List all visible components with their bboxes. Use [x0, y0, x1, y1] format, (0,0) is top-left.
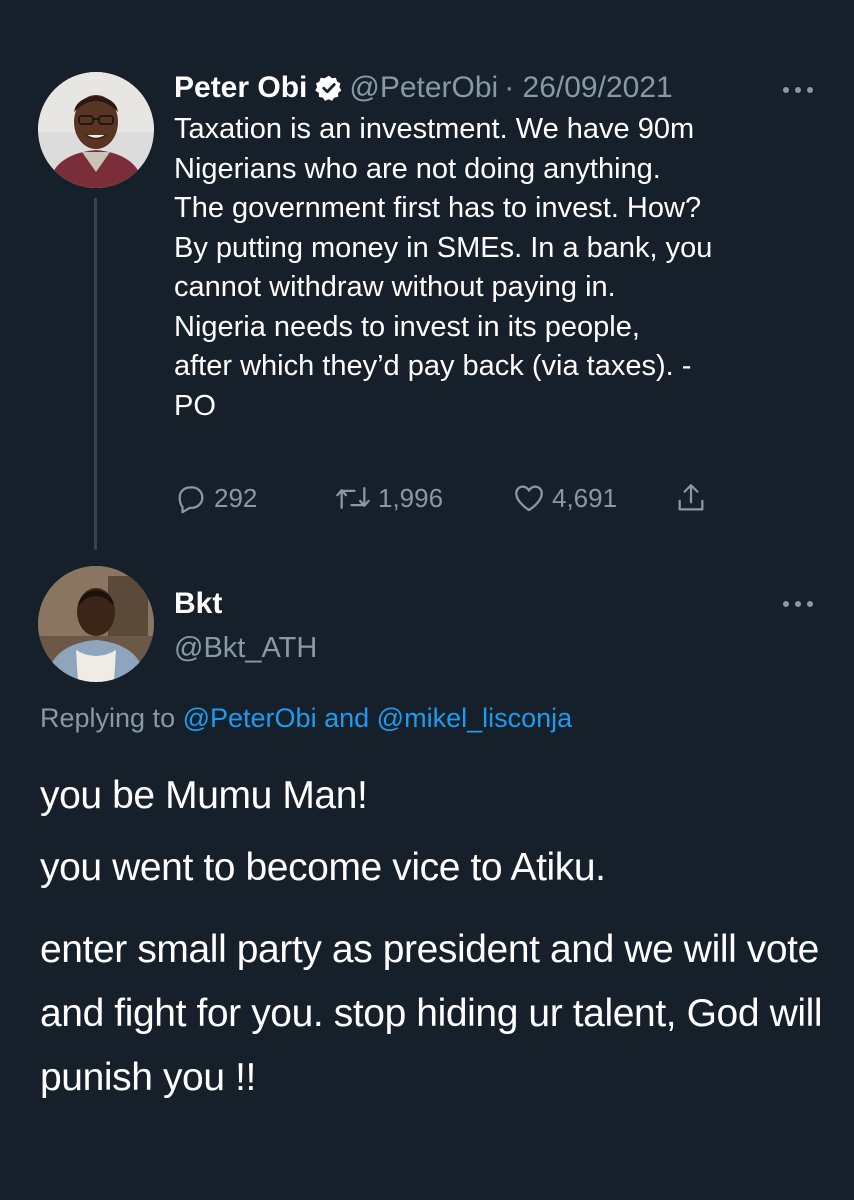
replying-and[interactable]: and: [324, 703, 369, 733]
retweet-icon: [334, 481, 372, 515]
author-name[interactable]: Bkt: [174, 584, 222, 624]
replying-to-line: Replying to @PeterObi and @mikel_lisconj…: [40, 698, 572, 738]
share-button[interactable]: [674, 476, 708, 520]
heart-icon: [512, 481, 546, 515]
more-dots-icon[interactable]: [778, 80, 818, 100]
mention-link[interactable]: @PeterObi: [183, 703, 317, 733]
retweet-button[interactable]: 1,996: [334, 476, 443, 520]
avatar-bkt[interactable]: [38, 566, 154, 682]
author-handle[interactable]: @Bkt_ATH: [174, 628, 317, 668]
retweet-count: 1,996: [378, 482, 444, 513]
avatar-photo: [38, 72, 154, 188]
reply-paragraph: enter small party as president and we wi…: [40, 928, 823, 1099]
mention-link[interactable]: @mikel_lisconja: [377, 703, 572, 733]
tweet-date[interactable]: · 26/09/2021: [504, 68, 672, 108]
reply-paragraph: you went to become vice to Atiku.: [40, 846, 606, 889]
like-count: 4,691: [552, 482, 618, 513]
like-button[interactable]: 4,691: [512, 476, 617, 520]
reply-button[interactable]: 292: [174, 476, 257, 520]
avatar-peter-obi[interactable]: [38, 72, 154, 188]
avatar-photo: [38, 566, 154, 682]
tweet-actions: 292 1,996 4,691: [174, 476, 734, 520]
tweet-text: Taxation is an investment. We have 90m N…: [174, 113, 713, 422]
reply-icon: [174, 481, 208, 515]
author-handle[interactable]: @PeterObi: [349, 68, 498, 108]
reply-count: 292: [214, 482, 258, 513]
author-name[interactable]: Peter Obi: [174, 68, 307, 108]
thread-connector-line: [94, 198, 97, 550]
verified-badge-icon: [315, 74, 343, 102]
reply-paragraph: you be Mumu Man!: [40, 774, 368, 817]
more-dots-icon[interactable]: [778, 594, 818, 614]
tweet-header: Peter Obi @PeterObi · 26/09/2021: [174, 68, 824, 108]
share-icon: [674, 481, 708, 515]
replying-prefix: Replying to: [40, 703, 176, 733]
